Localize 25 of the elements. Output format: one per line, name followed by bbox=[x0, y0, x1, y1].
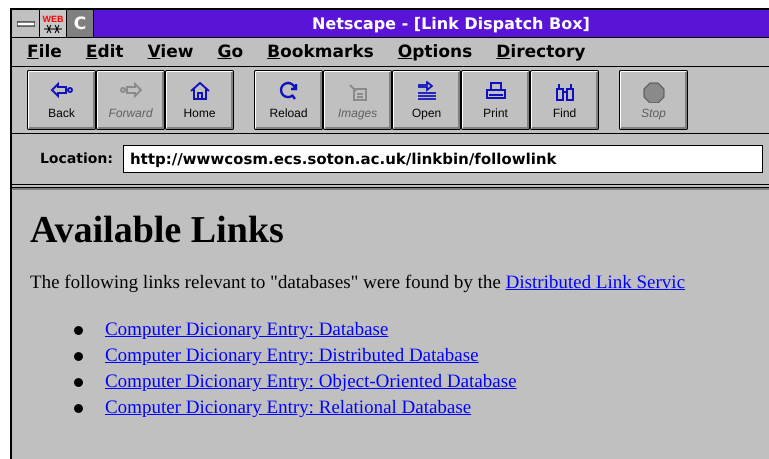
location-field[interactable]: http://wwwcosm.ecs.soton.ac.uk/linkbin/followlink bbox=[122, 145, 763, 173]
toolbar-button[interactable]: Find bbox=[530, 70, 599, 130]
window-title: Netscape - [Link Dispatch Box] bbox=[312, 13, 590, 35]
menu-item[interactable]: File bbox=[27, 42, 62, 62]
toolbar-button[interactable]: Reload bbox=[254, 70, 323, 130]
intro-text: The following links relevant to "databases" were found by the Distributed Link Servic bbox=[30, 272, 686, 294]
menu-item[interactable]: Options bbox=[398, 42, 472, 62]
page-heading: Available Links bbox=[30, 208, 285, 252]
menu-item[interactable]: Edit bbox=[86, 42, 124, 62]
toolbar-button[interactable]: Back bbox=[27, 70, 96, 130]
result-link[interactable]: Computer Dicionary Entry: Relational Database bbox=[105, 397, 472, 419]
menu-item[interactable]: Go bbox=[217, 42, 244, 62]
result-link[interactable]: Computer Dicionary Entry: Distributed Database bbox=[105, 345, 479, 367]
toolbar-button[interactable]: Home bbox=[165, 70, 234, 130]
logo-text: WEB bbox=[42, 14, 64, 24]
menu-item[interactable]: Bookmarks bbox=[267, 42, 374, 62]
menu-item[interactable]: Directory bbox=[496, 42, 586, 62]
toolbar-button[interactable]: Print bbox=[461, 70, 530, 130]
result-link[interactable]: Computer Dicionary Entry: Database bbox=[105, 319, 388, 341]
restore-button[interactable]: C bbox=[67, 10, 94, 37]
location-label: Location: bbox=[40, 151, 113, 167]
text-link[interactable]: Distributed Link Servic bbox=[506, 272, 686, 293]
toolbar-button[interactable]: Open bbox=[392, 70, 461, 130]
result-link[interactable]: Computer Dicionary Entry: Object-Oriented Database bbox=[105, 371, 517, 393]
menu-item[interactable]: View bbox=[148, 42, 194, 62]
